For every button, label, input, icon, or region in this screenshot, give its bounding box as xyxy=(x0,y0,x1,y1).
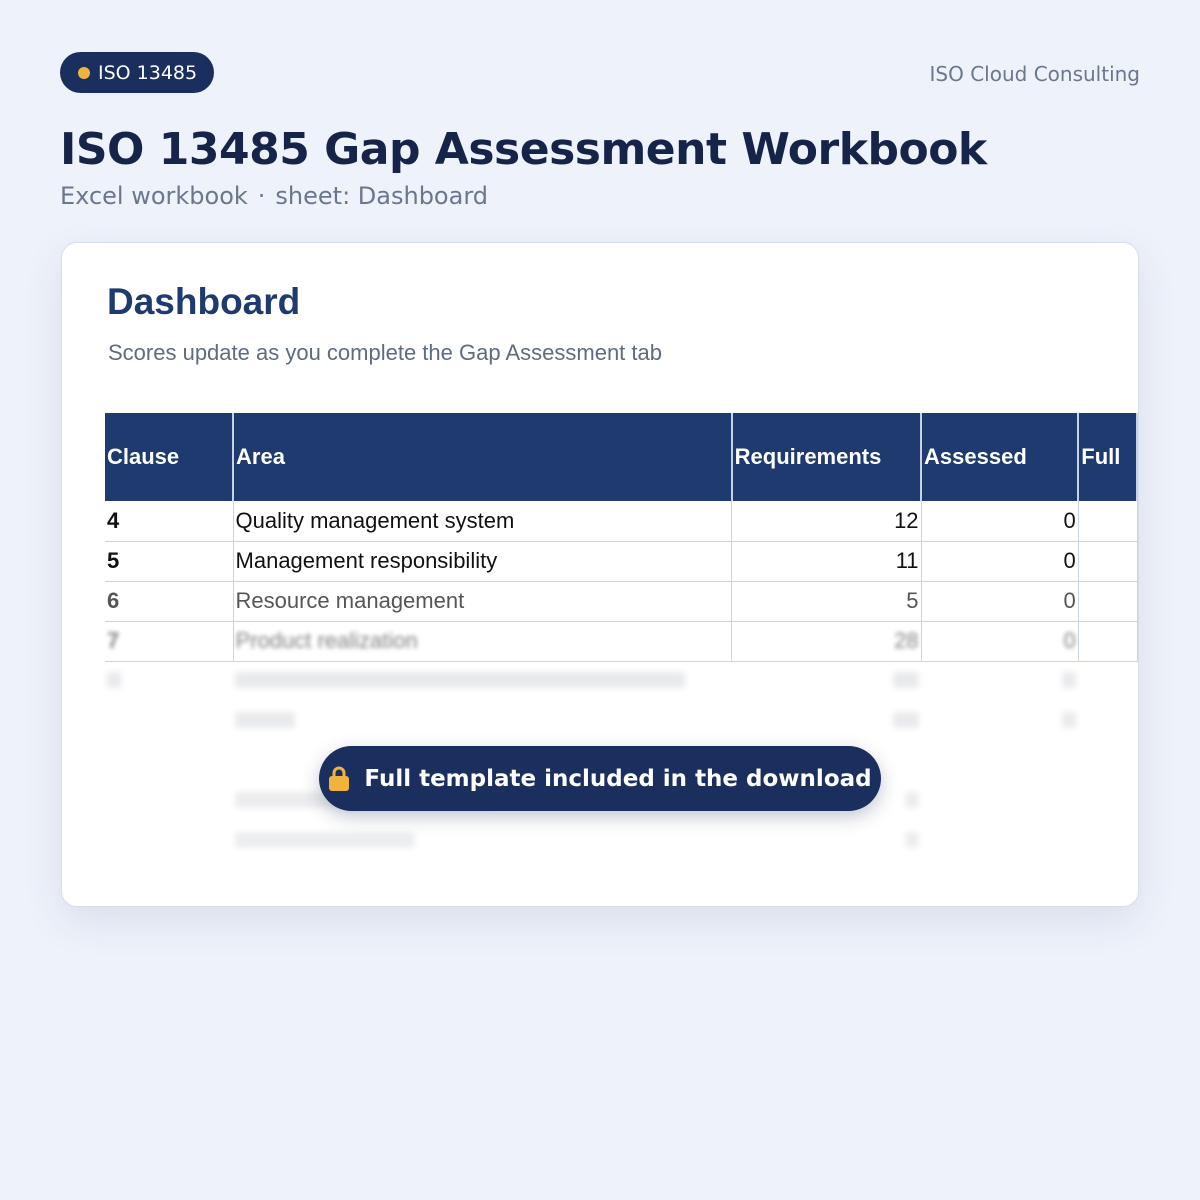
cell-area: Resource management xyxy=(233,581,733,622)
column-header-area: Area xyxy=(233,413,733,501)
cell-obscured xyxy=(732,661,921,701)
cell-obscured xyxy=(233,821,732,861)
dot-icon xyxy=(78,66,90,79)
table-header-row: Clause Area Requirements Assessed Full xyxy=(105,413,1138,501)
standard-badge: ISO 13485 xyxy=(60,52,215,93)
table-row-obscured xyxy=(105,701,1137,741)
column-header-clause: Clause xyxy=(105,413,235,501)
cell-clause: 4 xyxy=(105,501,234,542)
cell-assessed: 0 xyxy=(921,501,1079,542)
download-template-label: Full template included in the download xyxy=(364,765,872,792)
cell-clause: 6 xyxy=(105,581,234,622)
sheet-subtitle: Scores update as you complete the Gap As… xyxy=(108,340,662,365)
cell-obscured xyxy=(1078,821,1137,861)
cell-assessed: 0 xyxy=(921,541,1079,582)
cell-clause: 5 xyxy=(105,541,234,582)
cell-assessed: 0 xyxy=(921,581,1079,622)
file-type: Excel workbook xyxy=(60,182,248,210)
cell-obscured xyxy=(105,781,233,821)
cell-obscured xyxy=(233,661,732,701)
brand-name: ISO Cloud Consulting xyxy=(929,62,1140,86)
cell-obscured xyxy=(1078,701,1137,741)
page-subtitle: Excel workbook · sheet: Dashboard xyxy=(60,182,488,210)
subtitle-separator: · xyxy=(257,182,266,210)
cell-full xyxy=(1078,501,1138,542)
cell-obscured xyxy=(921,701,1078,741)
table-row: 5 Management responsibility 11 0 xyxy=(105,541,1138,582)
cell-requirements: 28 xyxy=(731,621,922,662)
cell-area: Management responsibility xyxy=(233,541,733,582)
cell-requirements: 5 xyxy=(731,581,922,622)
table-row: 6 Resource management 5 0 xyxy=(105,581,1138,622)
cell-obscured xyxy=(921,781,1078,821)
cell-obscured xyxy=(732,821,921,861)
table-row-obscured xyxy=(105,661,1137,701)
cell-obscured xyxy=(1078,661,1137,701)
cell-obscured xyxy=(105,821,233,861)
sheet-preview-card: Dashboard Scores update as you complete … xyxy=(61,242,1139,907)
cell-clause: 7 xyxy=(105,621,234,662)
page-title: ISO 13485 Gap Assessment Workbook xyxy=(60,124,987,175)
table-row: 4 Quality management system 12 0 xyxy=(105,501,1138,542)
cell-obscured xyxy=(105,661,233,701)
lock-icon xyxy=(329,766,350,791)
cell-obscured xyxy=(921,821,1078,861)
cell-area: Quality management system xyxy=(233,501,733,542)
cell-full xyxy=(1078,541,1138,582)
cell-area: Product realization xyxy=(233,621,733,662)
column-header-assessed: Assessed xyxy=(921,413,1080,501)
column-header-full: Full xyxy=(1078,413,1138,501)
cell-obscured xyxy=(1078,781,1137,821)
cell-requirements: 12 xyxy=(731,501,922,542)
column-header-requirements: Requirements xyxy=(731,413,923,501)
cell-assessed: 0 xyxy=(921,621,1079,662)
download-template-button[interactable]: Full template included in the download xyxy=(319,746,881,811)
cell-full xyxy=(1078,581,1138,622)
sheet-title: Dashboard xyxy=(107,281,301,322)
sheet-name: sheet: Dashboard xyxy=(275,182,488,210)
badge-label: ISO 13485 xyxy=(98,61,198,84)
cell-obscured xyxy=(233,701,732,741)
cell-requirements: 11 xyxy=(731,541,922,582)
cell-full xyxy=(1078,621,1138,662)
cell-obscured xyxy=(105,701,233,741)
cell-obscured xyxy=(921,661,1078,701)
cell-obscured xyxy=(732,701,921,741)
table-row: 7 Product realization 28 0 xyxy=(105,621,1138,662)
table-row-obscured xyxy=(105,821,1137,861)
